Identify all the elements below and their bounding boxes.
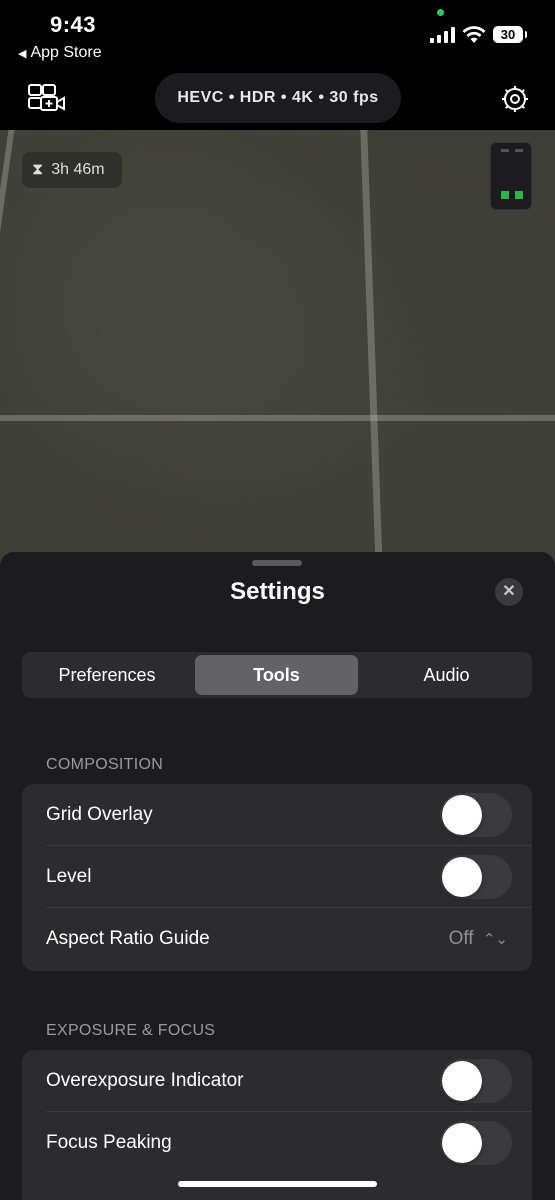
tile-grout-line [360, 130, 383, 570]
grid-overlay-toggle[interactable] [440, 793, 512, 837]
status-bar: 9:43 ◀ App Store 30 [0, 0, 555, 70]
section-header-composition: COMPOSITION [46, 756, 164, 773]
recording-time-badge: ⧗ 3h 46m [22, 152, 122, 188]
tile-grout-line [0, 415, 555, 421]
row-focus-peaking: Focus Peaking [22, 1112, 532, 1174]
focus-peaking-toggle[interactable] [440, 1121, 512, 1165]
cellular-signal-icon [430, 27, 455, 43]
row-label: Overexposure Indicator [46, 1070, 244, 1091]
close-button[interactable]: ✕ [495, 578, 523, 606]
aspect-ratio-value: Off [448, 928, 474, 949]
level-toggle[interactable] [440, 855, 512, 899]
mic-indicator-dot [437, 9, 444, 16]
wifi-icon [462, 26, 486, 43]
format-badge[interactable]: HEVC • HDR • 4K • 30 fps [155, 73, 401, 123]
sheet-title: Settings [230, 578, 325, 605]
composition-group: Grid Overlay Level Aspect Ratio Guide Of… [22, 784, 532, 971]
gear-icon[interactable] [500, 84, 530, 114]
row-label: Focus Peaking [46, 1132, 172, 1153]
settings-sheet: Settings ✕ Preferences Tools Audio COMPO… [0, 552, 555, 1200]
row-label: Aspect Ratio Guide [46, 928, 210, 949]
status-time: 9:43 [50, 12, 97, 37]
camera-viewfinder[interactable]: ⧗ 3h 46m [0, 130, 555, 570]
remaining-time: 3h 46m [51, 161, 105, 178]
row-label: Grid Overlay [46, 804, 153, 825]
tile-grout-line [0, 130, 15, 250]
camera-toolbar: HEVC • HDR • 4K • 30 fps [0, 70, 555, 130]
aspect-ratio-select[interactable]: Off ⌃⌄ [449, 908, 508, 971]
audio-level-meter[interactable] [490, 142, 532, 210]
hourglass-icon: ⧗ [32, 161, 44, 178]
exposure-focus-group: Overexposure Indicator Focus Peaking [22, 1050, 532, 1200]
battery-indicator: 30 [493, 26, 527, 43]
back-arrow-icon: ◀ [18, 47, 27, 60]
back-label: App Store [30, 44, 102, 61]
chevron-up-down-icon: ⌃⌄ [482, 931, 508, 948]
home-indicator[interactable] [178, 1181, 377, 1187]
row-level: Level [22, 846, 532, 908]
row-label: Level [46, 866, 92, 887]
row-overexposure-indicator: Overexposure Indicator [22, 1050, 532, 1112]
section-header-exposure-focus: EXPOSURE & FOCUS [46, 1022, 216, 1039]
back-to-app-store[interactable]: ◀ App Store [18, 44, 102, 62]
row-aspect-ratio-guide[interactable]: Aspect Ratio Guide Off ⌃⌄ [22, 908, 532, 970]
tab-tools[interactable]: Tools [195, 655, 358, 695]
tab-audio[interactable]: Audio [364, 655, 529, 695]
overexposure-indicator-toggle[interactable] [440, 1059, 512, 1103]
tab-preferences[interactable]: Preferences [25, 655, 189, 695]
settings-tabs: Preferences Tools Audio [22, 652, 532, 698]
sheet-grabber[interactable] [252, 560, 302, 566]
camera-multi-icon[interactable] [27, 83, 67, 113]
row-grid-overlay: Grid Overlay [22, 784, 532, 846]
close-icon: ✕ [502, 583, 516, 600]
